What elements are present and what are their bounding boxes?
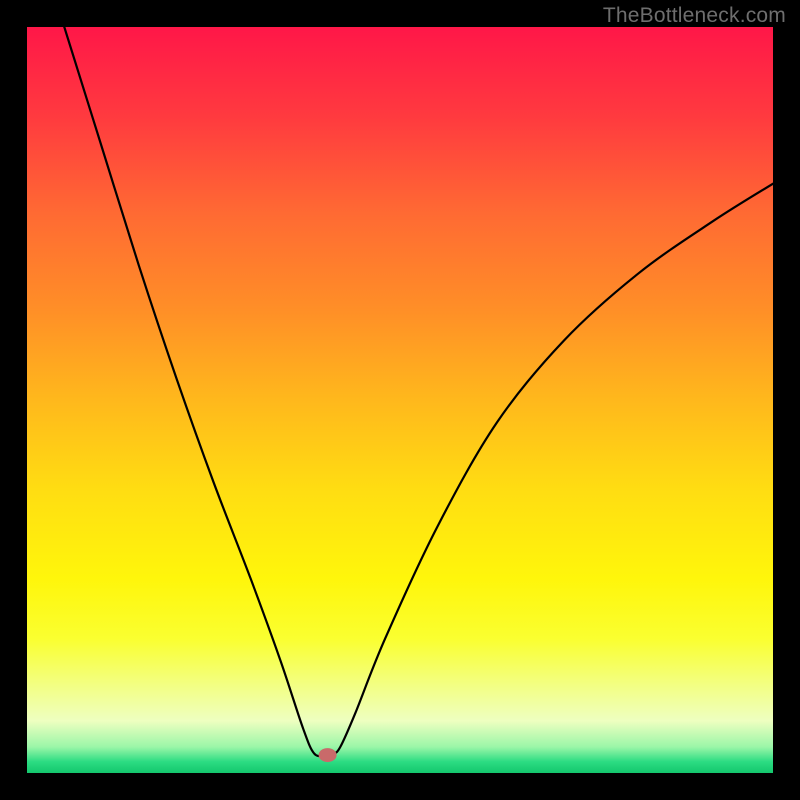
chart-canvas [27, 27, 773, 773]
gradient-background [27, 27, 773, 773]
chart-frame [27, 27, 773, 773]
optimal-marker [319, 748, 337, 762]
watermark-text: TheBottleneck.com [603, 4, 786, 28]
